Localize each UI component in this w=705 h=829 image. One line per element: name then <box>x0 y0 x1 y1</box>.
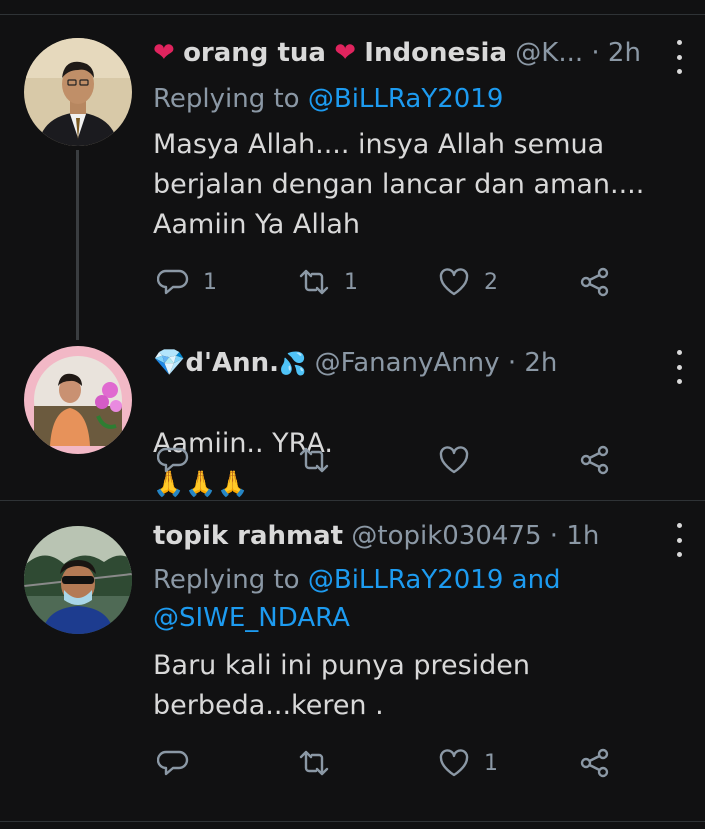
timestamp[interactable]: 2h <box>608 38 641 68</box>
heart-emoji: ❤ <box>153 38 175 68</box>
heart-icon <box>439 749 469 777</box>
tweet-header: ❤ orang tua ❤ Indonesia @K... · 2h <box>153 38 641 68</box>
like-count: 2 <box>484 269 498 295</box>
retweet-count: 1 <box>344 269 358 295</box>
separator-dot: · <box>549 521 559 551</box>
like-button[interactable]: 2 <box>438 262 498 302</box>
reply-icon <box>157 269 189 295</box>
tweet-header: 💎d'Ann.💦 @FananyAnny · 2h <box>153 348 557 378</box>
tweet-actions <box>0 440 705 480</box>
reply-count: 1 <box>203 269 217 295</box>
heart-icon <box>439 268 469 296</box>
reply-button[interactable]: 1 <box>157 262 217 302</box>
retweet-button[interactable]: 1 <box>298 262 358 302</box>
like-button[interactable]: 1 <box>438 743 498 783</box>
replying-to-label: Replying to <box>153 565 300 595</box>
mention-link[interactable]: @BiLLRaY2019 <box>308 84 504 114</box>
tweet-2[interactable]: 💎d'Ann.💦 @FananyAnny · 2h Aamiin.. YRA. … <box>0 330 705 500</box>
separator-dot: · <box>507 348 517 378</box>
more-options-icon[interactable] <box>668 40 690 74</box>
drops-emoji: 💦 <box>278 352 307 377</box>
bottom-divider <box>0 821 705 822</box>
share-button[interactable] <box>579 440 611 480</box>
reply-icon <box>157 750 189 776</box>
reply-button[interactable] <box>157 440 189 480</box>
retweet-icon <box>299 447 329 473</box>
gem-emoji: 💎 <box>153 348 186 378</box>
more-options-icon[interactable] <box>668 350 690 384</box>
display-name[interactable]: topik rahmat <box>153 521 343 551</box>
display-name-suffix[interactable]: Indonesia <box>364 38 507 68</box>
share-icon <box>580 748 609 778</box>
replying-to: Replying to @BiLLRaY2019 <box>153 80 503 118</box>
reply-icon <box>157 447 189 473</box>
timestamp[interactable]: 2h <box>524 348 557 378</box>
heart-icon <box>439 446 469 474</box>
tweet-header: topik rahmat @topik030475 · 1h <box>153 521 599 551</box>
retweet-icon <box>299 750 329 776</box>
user-handle[interactable]: @topik030475 <box>351 521 541 551</box>
share-button[interactable] <box>579 743 611 783</box>
replying-to: Replying to @BiLLRaY2019 and @SIWE_NDARA <box>153 561 653 637</box>
user-handle[interactable]: @K... <box>515 38 583 68</box>
retweet-button[interactable] <box>298 440 330 480</box>
thread-line <box>76 150 79 340</box>
mention-link[interactable]: @BiLLRaY2019 <box>308 565 504 595</box>
tweet-text: Baru kali ini punya presiden berbeda...k… <box>153 650 531 721</box>
avatar[interactable] <box>24 346 132 454</box>
reply-button[interactable] <box>157 743 189 783</box>
heart-emoji: ❤ <box>334 38 357 68</box>
avatar[interactable] <box>24 526 132 634</box>
replying-to-label: Replying to <box>153 84 300 114</box>
avatar[interactable] <box>24 38 132 146</box>
like-count: 1 <box>484 750 498 776</box>
display-name[interactable]: d'Ann. <box>185 348 279 378</box>
mention-link[interactable]: @SIWE_NDARA <box>153 603 350 633</box>
share-icon <box>580 267 609 297</box>
like-button[interactable] <box>438 440 470 480</box>
separator-dot: · <box>591 38 600 68</box>
tweet-actions: 1 1 2 <box>0 262 705 302</box>
tweet-text: Masya Allah.... insya Allah semua berjal… <box>153 129 645 240</box>
more-options-icon[interactable] <box>668 523 690 557</box>
retweet-button[interactable] <box>298 743 330 783</box>
user-handle[interactable]: @FananyAnny <box>315 348 500 378</box>
tweet-actions: 1 <box>0 743 705 783</box>
tweet-1[interactable]: ❤ orang tua ❤ Indonesia @K... · 2h Reply… <box>0 0 705 340</box>
mention-and[interactable]: and <box>512 565 561 595</box>
retweet-icon <box>299 269 329 295</box>
timestamp[interactable]: 1h <box>566 521 599 551</box>
share-icon <box>580 445 609 475</box>
display-name[interactable]: orang tua <box>183 38 326 68</box>
tweet-3[interactable]: topik rahmat @topik030475 · 1h Replying … <box>0 501 705 821</box>
share-button[interactable] <box>579 262 611 302</box>
